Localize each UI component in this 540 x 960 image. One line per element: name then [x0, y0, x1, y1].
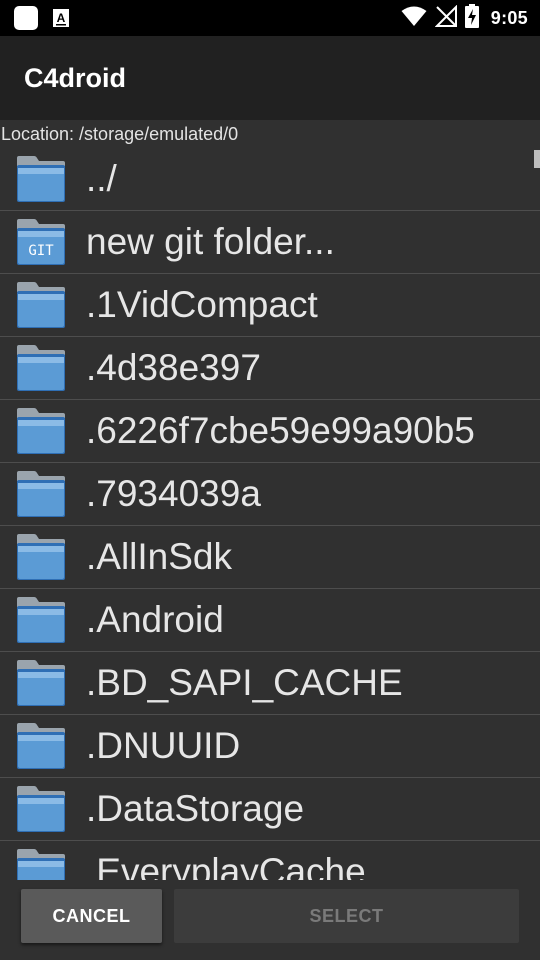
file-name: new git folder... — [86, 221, 335, 262]
wifi-icon — [401, 5, 427, 32]
git-icon-label: GIT — [28, 243, 54, 259]
file-row-new-git-folder[interactable]: GIT new git folder... — [0, 211, 540, 274]
folder-icon — [16, 597, 66, 643]
no-signal-icon — [434, 4, 457, 32]
folder-icon — [16, 471, 66, 517]
folder-icon — [16, 534, 66, 580]
status-left: A — [14, 6, 70, 30]
file-row[interactable]: .7934039a — [0, 463, 540, 526]
app-notification-icon — [14, 6, 38, 30]
folder-icon — [16, 660, 66, 706]
bottom-button-bar: CANCEL SELECT — [0, 880, 540, 960]
file-name: .AllInSdk — [86, 536, 233, 577]
git-folder-icon: GIT — [16, 219, 66, 265]
folder-icon — [16, 345, 66, 391]
file-row[interactable]: .4d38e397 — [0, 337, 540, 400]
location-path: Location: /storage/emulated/0 — [1, 124, 239, 144]
scrollbar-thumb[interactable] — [534, 150, 540, 168]
app-bar: C4droid — [0, 36, 540, 120]
status-time: 9:05 — [490, 7, 528, 28]
file-name: .1VidCompact — [86, 284, 318, 325]
file-row[interactable]: .AllInSdk — [0, 526, 540, 589]
file-row[interactable]: .6226f7cbe59e99a90b5 — [0, 400, 540, 463]
file-name: .BD_SAPI_CACHE — [86, 662, 403, 703]
file-name: .7934039a — [86, 473, 261, 514]
file-row[interactable]: .BD_SAPI_CACHE — [0, 652, 540, 715]
select-button[interactable]: SELECT — [174, 889, 519, 943]
folder-icon — [16, 282, 66, 328]
file-row[interactable]: .EveryplayCache — [0, 841, 540, 880]
file-name: .Android — [86, 599, 224, 640]
file-list[interactable]: ../ GIT new git folder... .1VidCompact .… — [0, 148, 540, 880]
file-row[interactable]: .Android — [0, 589, 540, 652]
file-name: ../ — [86, 158, 117, 199]
file-name: .6226f7cbe59e99a90b5 — [86, 410, 475, 451]
status-bar: A 9:05 — [0, 0, 540, 36]
file-name: .4d38e397 — [86, 347, 261, 388]
file-row[interactable]: .1VidCompact — [0, 274, 540, 337]
file-row[interactable]: .DataStorage — [0, 778, 540, 841]
cancel-button[interactable]: CANCEL — [21, 889, 162, 943]
file-name: .DNUUID — [86, 725, 241, 766]
file-name: .DataStorage — [86, 788, 305, 829]
svg-text:A: A — [57, 11, 66, 25]
battery-charging-icon — [464, 3, 479, 33]
file-row[interactable]: .DNUUID — [0, 715, 540, 778]
folder-icon — [16, 786, 66, 832]
folder-icon — [16, 849, 66, 880]
folder-icon — [16, 408, 66, 454]
a-notification-icon: A — [52, 8, 70, 28]
file-name: .EveryplayCache — [86, 851, 366, 880]
file-row-parent[interactable]: ../ — [0, 148, 540, 211]
app-title: C4droid — [24, 62, 127, 93]
folder-icon — [16, 723, 66, 769]
status-right: 9:05 — [401, 3, 528, 33]
folder-icon — [16, 156, 66, 202]
